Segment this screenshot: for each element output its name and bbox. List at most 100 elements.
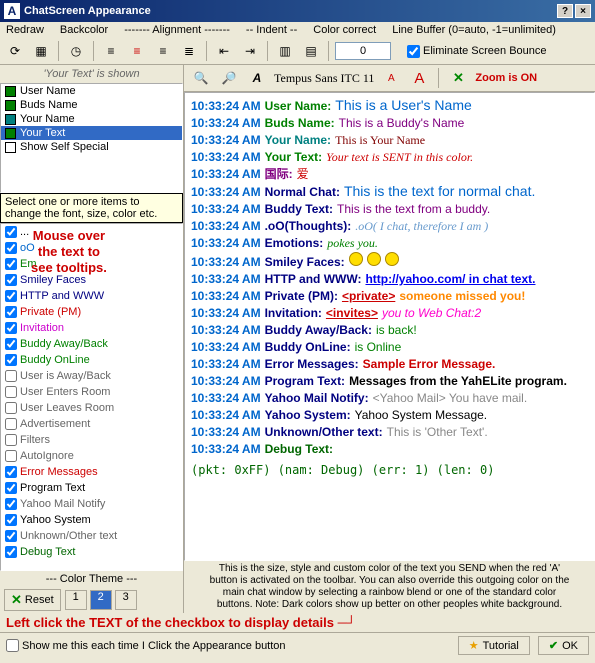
checklist-item[interactable]: Debug Text — [1, 544, 182, 560]
checklist-label[interactable]: Invitation — [20, 322, 64, 334]
menu-backcolor[interactable]: Backcolor — [60, 24, 108, 36]
eliminate-bounce-checkbox[interactable]: Eliminate Screen Bounce — [407, 45, 547, 58]
checklist-box[interactable] — [5, 418, 17, 430]
checklist-item[interactable]: Buddy Away/Back — [1, 336, 182, 352]
chat-preview[interactable]: 10:33:24 AM User Name: This is a User's … — [184, 92, 595, 561]
checklist-label[interactable]: ... — [20, 226, 29, 238]
checklist-box[interactable] — [5, 386, 17, 398]
show-me-checkbox[interactable]: Show me this each time I Click the Appea… — [6, 639, 286, 652]
checklist-box[interactable] — [5, 274, 17, 286]
checklist-item[interactable]: Buddy OnLine — [1, 352, 182, 368]
checklist-item[interactable]: HTTP and WWW — [1, 288, 182, 304]
close-button[interactable]: × — [575, 4, 591, 18]
checklist-label[interactable]: Buddy Away/Back — [20, 338, 108, 350]
menu-colorcorrect[interactable]: Color correct — [313, 24, 376, 36]
checklist-item[interactable]: AutoIgnore — [1, 448, 182, 464]
checklist-box[interactable] — [5, 370, 17, 382]
checklist-item[interactable]: User is Away/Back — [1, 368, 182, 384]
checklist-item[interactable]: User Enters Room — [1, 384, 182, 400]
font-name[interactable]: Tempus Sans ITC 11 — [274, 71, 374, 86]
checklist-label[interactable]: oO — [20, 242, 35, 254]
font-larger-icon[interactable]: A — [408, 67, 430, 89]
checklist-label[interactable]: Debug Text — [20, 546, 75, 558]
checklist-box[interactable] — [5, 338, 17, 350]
linebuf-input[interactable] — [335, 42, 391, 60]
checklist-box[interactable] — [5, 498, 17, 510]
checklist-box[interactable] — [5, 322, 17, 334]
checklist-box[interactable] — [5, 530, 17, 542]
checklist-item[interactable]: Em — [1, 256, 182, 272]
checklist-box[interactable] — [5, 226, 17, 238]
checklist-item[interactable]: Yahoo System — [1, 512, 182, 528]
style-list-item[interactable]: User Name — [1, 84, 182, 98]
checklist-label[interactable]: Unknown/Other text — [20, 530, 117, 542]
checklist-label[interactable]: Yahoo System — [20, 514, 91, 526]
checklist-label[interactable]: AutoIgnore — [20, 450, 74, 462]
menu-redraw[interactable]: Redraw — [6, 24, 44, 36]
checklist-item[interactable]: ... — [1, 224, 182, 240]
checklist-box[interactable] — [5, 306, 17, 318]
align-right-icon[interactable]: ≡ — [152, 40, 174, 62]
checklist-item[interactable]: Advertisement — [1, 416, 182, 432]
theme-button-3[interactable]: 3 — [115, 590, 137, 610]
zoom-out-icon[interactable]: 🔍 — [190, 67, 212, 89]
checklist-box[interactable] — [5, 290, 17, 302]
checklist-box[interactable] — [5, 258, 17, 270]
colorcorrect-icon[interactable]: ▥ — [274, 40, 296, 62]
style-list-item[interactable]: Show Self Special — [1, 140, 182, 154]
zoom-in-icon[interactable]: 🔎 — [218, 67, 240, 89]
align-center-icon[interactable]: ≡ — [126, 40, 148, 62]
backcolor-icon[interactable]: ▦ — [30, 40, 52, 62]
help-button[interactable]: ? — [557, 4, 573, 18]
checklist-label[interactable]: Smiley Faces — [20, 274, 86, 286]
checklist-label[interactable]: Error Messages — [20, 466, 98, 478]
eliminate-bounce-box[interactable] — [407, 45, 420, 58]
clock-icon[interactable]: ◷ — [65, 40, 87, 62]
checklist-item[interactable]: Invitation — [1, 320, 182, 336]
font-smaller-icon[interactable]: A — [380, 67, 402, 89]
theme-button-2[interactable]: 2 — [90, 590, 112, 610]
checklist-box[interactable] — [5, 434, 17, 446]
checklist-item[interactable]: Filters — [1, 432, 182, 448]
checklist-label[interactable]: Filters — [20, 434, 50, 446]
style-list[interactable]: User NameBuds NameYour NameYour TextShow… — [0, 83, 183, 193]
checklist-label[interactable]: Yahoo Mail Notify — [20, 498, 105, 510]
checklist-label[interactable]: Private (PM) — [20, 306, 81, 318]
checklist-item[interactable]: Yahoo Mail Notify — [1, 496, 182, 512]
checklist-box[interactable] — [5, 546, 17, 558]
zoom-toggle-icon[interactable]: ✕ — [447, 67, 469, 89]
checklist-label[interactable]: User Leaves Room — [20, 402, 114, 414]
ok-button[interactable]: ✔OK — [538, 636, 589, 655]
checklist-label[interactable]: Advertisement — [20, 418, 90, 430]
tutorial-button[interactable]: ★Tutorial — [458, 636, 530, 655]
checklist-item[interactable]: Error Messages — [1, 464, 182, 480]
checklist-box[interactable] — [5, 242, 17, 254]
style-list-item[interactable]: Your Text — [1, 126, 182, 140]
indent-left-icon[interactable]: ⇤ — [213, 40, 235, 62]
colorcorrect2-icon[interactable]: ▤ — [300, 40, 322, 62]
checklist-item[interactable]: oO — [1, 240, 182, 256]
show-me-box[interactable] — [6, 639, 19, 652]
checklist-label[interactable]: Buddy OnLine — [20, 354, 90, 366]
style-list-item[interactable]: Your Name — [1, 112, 182, 126]
style-list-item[interactable]: Buds Name — [1, 98, 182, 112]
theme-button-1[interactable]: 1 — [65, 590, 87, 610]
font-style-icon[interactable]: A — [246, 67, 268, 89]
refresh-icon[interactable]: ⟳ — [4, 40, 26, 62]
indent-right-icon[interactable]: ⇥ — [239, 40, 261, 62]
checklist-item[interactable]: Unknown/Other text — [1, 528, 182, 544]
checklist-label[interactable]: HTTP and WWW — [20, 290, 104, 302]
checklist-box[interactable] — [5, 450, 17, 462]
reset-button[interactable]: ✕Reset — [4, 589, 61, 611]
checklist-item[interactable]: Private (PM) — [1, 304, 182, 320]
align-left-icon[interactable]: ≡ — [100, 40, 122, 62]
checklist-item[interactable]: Smiley Faces — [1, 272, 182, 288]
checklist-box[interactable] — [5, 466, 17, 478]
checklist-box[interactable] — [5, 482, 17, 494]
checklist-box[interactable] — [5, 514, 17, 526]
checklist-label[interactable]: Em — [20, 258, 37, 270]
checklist-label[interactable]: Program Text — [20, 482, 85, 494]
checklist-box[interactable] — [5, 402, 17, 414]
align-justify-icon[interactable]: ≣ — [178, 40, 200, 62]
checklist-item[interactable]: Program Text — [1, 480, 182, 496]
